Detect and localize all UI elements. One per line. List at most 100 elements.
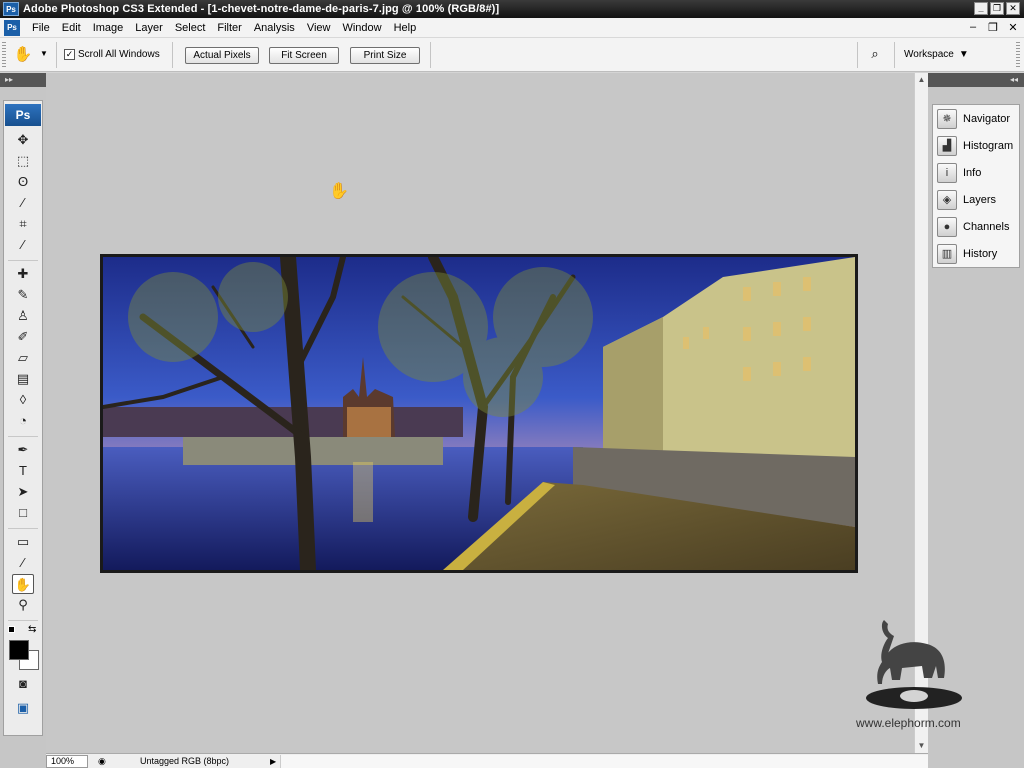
panel-navigator[interactable]: ✵ Navigator bbox=[933, 105, 1019, 132]
shape-tool-icon[interactable]: □ bbox=[12, 503, 34, 523]
dodge-tool-icon[interactable]: ◔ bbox=[12, 411, 34, 431]
screen-mode-icon[interactable]: ▣ bbox=[12, 698, 34, 718]
panel-label: History bbox=[963, 247, 998, 260]
minimize-button[interactable]: _ bbox=[974, 2, 988, 15]
workspace-label: Workspace bbox=[904, 49, 954, 60]
panel-label: Navigator bbox=[963, 112, 1011, 125]
default-colors-icon[interactable] bbox=[8, 626, 15, 633]
menu-filter[interactable]: Filter bbox=[211, 22, 247, 34]
notre-dame-photo bbox=[103, 257, 855, 570]
healing-brush-tool-icon[interactable]: ✚ bbox=[12, 264, 34, 284]
menu-image[interactable]: Image bbox=[87, 22, 130, 34]
quick-mask-icon[interactable]: ◙ bbox=[12, 674, 34, 694]
panel-label: Info bbox=[963, 166, 982, 179]
status-info-arrow-icon[interactable]: ▶ bbox=[270, 757, 280, 766]
panel-history[interactable]: ▥ History bbox=[933, 240, 1019, 267]
workspace-menu[interactable]: Workspace ▼ bbox=[904, 49, 969, 60]
options-divider bbox=[430, 42, 431, 68]
tools-collapse-icon[interactable]: ▸▸ bbox=[0, 73, 46, 87]
panel-histogram[interactable]: ▟ Histogram bbox=[933, 132, 1019, 159]
marquee-tool-icon[interactable]: ⬚ bbox=[12, 151, 34, 171]
magic-wand-tool-icon[interactable]: ⁄ bbox=[12, 193, 34, 213]
panel-channels[interactable]: ● Channels bbox=[933, 213, 1019, 240]
panel-info[interactable]: i Info bbox=[933, 159, 1019, 186]
actual-pixels-button[interactable]: Actual Pixels bbox=[185, 47, 259, 64]
panel-layers[interactable]: ◈ Layers bbox=[933, 186, 1019, 213]
scroll-down-icon[interactable]: ▼ bbox=[915, 739, 928, 753]
doc-restore-button[interactable]: ❐ bbox=[986, 21, 1000, 34]
scroll-all-windows-checkbox[interactable]: ✓ bbox=[64, 49, 75, 60]
hand-tool-icon[interactable]: ✋ bbox=[12, 574, 34, 594]
panel-label: Histogram bbox=[963, 139, 1014, 152]
lasso-tool-icon[interactable]: ʘ bbox=[12, 172, 34, 192]
tools-ps-logo[interactable]: Ps bbox=[5, 104, 41, 126]
swap-colors-icon[interactable]: ⇆ bbox=[28, 624, 36, 635]
options-divider bbox=[857, 42, 858, 68]
horizontal-scrollbar[interactable] bbox=[280, 754, 928, 768]
app-menu-icon[interactable]: Ps bbox=[4, 19, 20, 36]
histogram-icon: ▟ bbox=[937, 135, 957, 156]
print-size-button[interactable]: Print Size bbox=[350, 47, 420, 64]
doc-close-button[interactable]: ✕ bbox=[1006, 21, 1020, 34]
menu-edit[interactable]: Edit bbox=[56, 22, 87, 34]
options-right-grip[interactable] bbox=[1016, 42, 1020, 68]
move-tool-icon[interactable]: ✥ bbox=[12, 130, 34, 150]
fit-screen-button[interactable]: Fit Screen bbox=[269, 47, 339, 64]
options-divider bbox=[56, 42, 57, 68]
layers-icon: ◈ bbox=[937, 189, 957, 210]
scroll-all-windows-option[interactable]: ✓ Scroll All Windows bbox=[64, 49, 160, 60]
scroll-all-windows-label: Scroll All Windows bbox=[78, 49, 160, 60]
panel-label: Layers bbox=[963, 193, 997, 206]
photoshop-logo-icon: Ps bbox=[3, 2, 19, 16]
clone-stamp-tool-icon[interactable]: ♙ bbox=[12, 306, 34, 326]
status-menu-icon[interactable]: ◉ bbox=[98, 756, 112, 767]
hand-tool-preset-icon[interactable]: ✋ bbox=[12, 45, 34, 65]
pen-tool-icon[interactable]: ✒ bbox=[12, 440, 34, 460]
canvas-area[interactable]: ✋ bbox=[46, 73, 914, 753]
zoom-tool-icon[interactable]: ⚲ bbox=[12, 595, 34, 615]
go-to-bridge-icon[interactable]: ⌕ bbox=[864, 46, 886, 64]
slice-tool-icon[interactable]: ∕ bbox=[12, 235, 34, 255]
path-selection-tool-icon[interactable]: ➤ bbox=[12, 482, 34, 502]
menu-view[interactable]: View bbox=[301, 22, 337, 34]
collapsed-panels: ✵ Navigator ▟ Histogram i Info ◈ Layers ● Channel… bbox=[932, 104, 1020, 268]
dock-collapse-icon[interactable]: ◂◂ bbox=[928, 73, 1024, 87]
menu-select[interactable]: Select bbox=[169, 22, 212, 34]
restore-button[interactable]: ❐ bbox=[990, 2, 1004, 15]
title-bar: Ps Adobe Photoshop CS3 Extended - [1-che… bbox=[0, 0, 1024, 18]
watermark-url: www.elephorm.com bbox=[856, 716, 961, 730]
menu-file[interactable]: File bbox=[26, 22, 56, 34]
options-bar: ✋ ▼ ✓ Scroll All Windows Actual Pixels F… bbox=[0, 38, 1024, 72]
menu-layer[interactable]: Layer bbox=[129, 22, 169, 34]
blur-tool-icon[interactable]: ◊ bbox=[12, 390, 34, 410]
color-swatches: ⇆ bbox=[6, 624, 42, 670]
eraser-tool-icon[interactable]: ▱ bbox=[12, 348, 34, 368]
navigator-icon: ✵ bbox=[937, 108, 957, 129]
document-image[interactable] bbox=[100, 254, 858, 573]
doc-minimize-button[interactable]: – bbox=[966, 21, 980, 34]
brush-tool-icon[interactable]: ✎ bbox=[12, 285, 34, 305]
eyedropper-tool-icon[interactable]: ⁄ bbox=[12, 553, 34, 573]
notes-tool-icon[interactable]: ▭ bbox=[12, 532, 34, 552]
window-title: Adobe Photoshop CS3 Extended - [1-chevet… bbox=[23, 3, 500, 15]
close-button[interactable]: ✕ bbox=[1006, 2, 1020, 15]
options-bar-grip[interactable] bbox=[2, 42, 6, 68]
type-tool-icon[interactable]: T bbox=[12, 461, 34, 481]
history-brush-tool-icon[interactable]: ✐ bbox=[12, 327, 34, 347]
tool-preset-dropdown-icon[interactable]: ▼ bbox=[40, 49, 48, 58]
workspace-dropdown-icon: ▼ bbox=[958, 49, 969, 60]
menu-window[interactable]: Window bbox=[336, 22, 387, 34]
options-divider bbox=[172, 42, 173, 68]
zoom-field[interactable]: 100% bbox=[46, 754, 88, 768]
options-divider bbox=[894, 42, 895, 68]
elephorm-watermark: www.elephorm.com bbox=[852, 616, 982, 736]
elephant-logo-icon bbox=[866, 620, 962, 709]
document-info: Untagged RGB (8bpc) bbox=[140, 756, 230, 766]
menu-analysis[interactable]: Analysis bbox=[248, 22, 301, 34]
crop-tool-icon[interactable]: ⌗ bbox=[12, 214, 34, 234]
foreground-color-swatch[interactable] bbox=[9, 640, 29, 660]
channels-icon: ● bbox=[937, 216, 957, 237]
menu-help[interactable]: Help bbox=[388, 22, 423, 34]
gradient-tool-icon[interactable]: ▤ bbox=[12, 369, 34, 389]
scroll-up-icon[interactable]: ▲ bbox=[915, 73, 928, 87]
